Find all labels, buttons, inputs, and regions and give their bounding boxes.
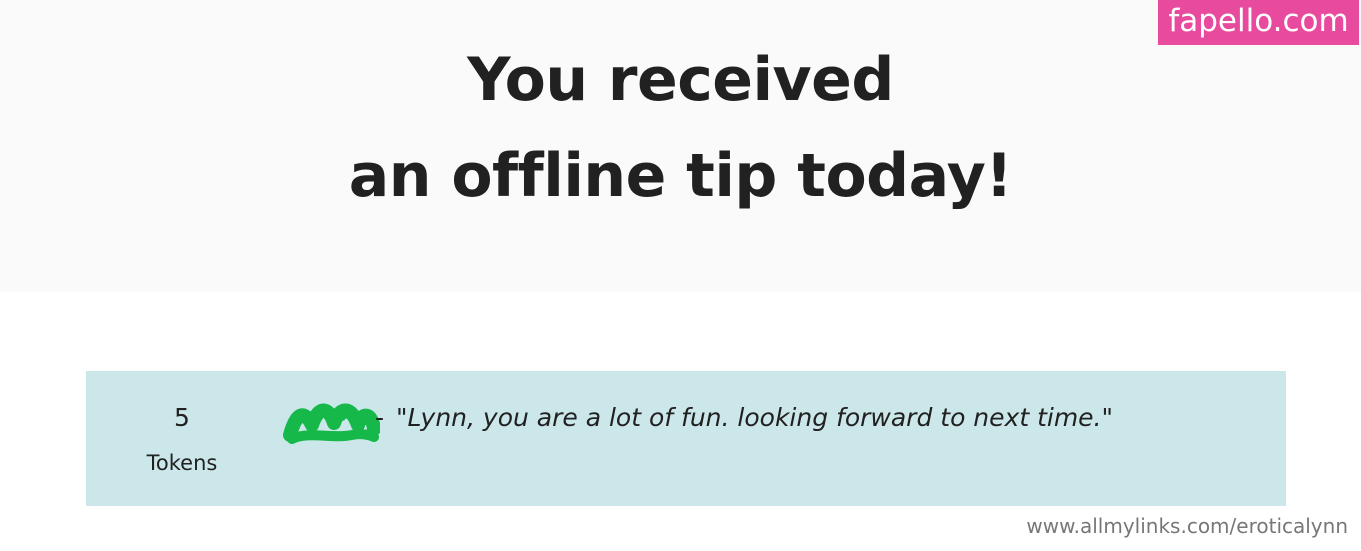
token-amount: 5 bbox=[174, 403, 190, 432]
redacted-username-scribble bbox=[283, 403, 380, 444]
source-url: www.allmylinks.com/eroticalynn bbox=[1026, 514, 1348, 538]
watermark-badge: fapello.com bbox=[1158, 0, 1359, 45]
token-unit-label: Tokens bbox=[146, 451, 218, 475]
headline-line-1: You received bbox=[467, 45, 894, 115]
tip-message: "Lynn, you are a lot of fun. looking for… bbox=[396, 403, 1114, 432]
tip-card: 5 Tokens - "Lynn, you are a lot of fun. … bbox=[86, 371, 1286, 506]
headline-line-2: an offline tip today! bbox=[348, 141, 1013, 211]
message-separator: - bbox=[375, 403, 385, 432]
tip-announcement-header: You received an offline tip today! bbox=[0, 0, 1361, 292]
